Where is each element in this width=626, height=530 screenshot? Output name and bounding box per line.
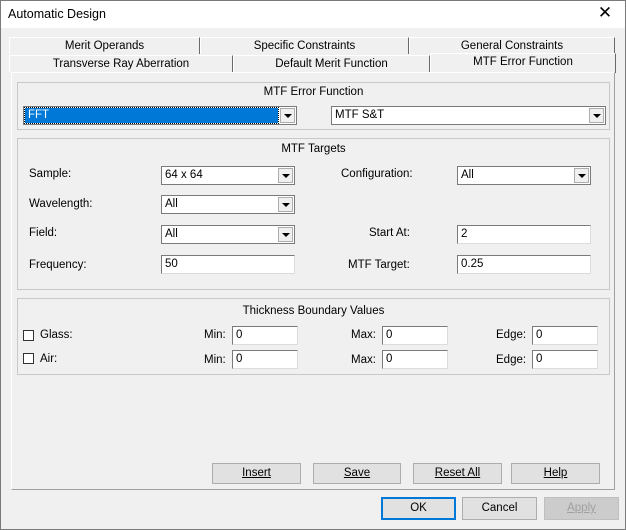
chevron-down-icon[interactable]: [278, 197, 293, 212]
mtf-method-value: FFT: [28, 109, 50, 121]
ok-label: OK: [410, 502, 427, 514]
tab-mtf-error-function[interactable]: MTF Error Function: [430, 53, 616, 73]
glass-edge-label: Edge:: [496, 329, 527, 341]
tab-label: Merit Operands: [64, 40, 145, 52]
configuration-label: Configuration:: [341, 168, 413, 180]
frequency-input[interactable]: 50: [161, 255, 295, 274]
mtf-method-select[interactable]: FFT: [23, 106, 297, 125]
automatic-design-dialog: Automatic Design ✕ Merit Operands Specif…: [0, 0, 626, 530]
air-edge-label: Edge:: [496, 354, 527, 366]
air-max-input[interactable]: 0: [382, 350, 448, 369]
tab-label: Transverse Ray Aberration: [52, 58, 190, 70]
group-title: Thickness Boundary Values: [242, 305, 385, 317]
chevron-down-icon[interactable]: [589, 108, 604, 123]
window-title: Automatic Design: [8, 7, 106, 21]
glass-min-input[interactable]: 0: [232, 326, 298, 345]
cancel-button[interactable]: Cancel: [462, 497, 537, 520]
glass-max-label: Max:: [351, 329, 376, 341]
chevron-down-icon[interactable]: [574, 168, 589, 183]
frequency-label: Frequency:: [29, 259, 87, 271]
chevron-down-icon[interactable]: [280, 108, 295, 123]
sample-select[interactable]: 64 x 64: [161, 166, 295, 185]
group-title: MTF Error Function: [263, 86, 364, 98]
air-label: Air:: [40, 353, 58, 365]
title-bar: Automatic Design ✕: [1, 1, 625, 28]
insert-button[interactable]: Insert: [212, 463, 301, 484]
mtf-target-label: MTF Target:: [348, 259, 410, 271]
reset-all-label: Reset All: [434, 467, 481, 479]
configuration-select[interactable]: All: [457, 166, 591, 185]
tab-default-merit-function[interactable]: Default Merit Function: [233, 55, 430, 72]
glass-edge-input[interactable]: 0: [532, 326, 598, 345]
configuration-value: All: [461, 169, 474, 181]
air-max-label: Max:: [351, 354, 376, 366]
air-min-label: Min:: [204, 354, 226, 366]
start-at-input[interactable]: 2: [457, 225, 591, 244]
apply-button[interactable]: Apply: [544, 497, 619, 520]
chevron-down-icon[interactable]: [278, 168, 293, 183]
reset-all-button[interactable]: Reset All: [413, 463, 502, 484]
glass-max-input[interactable]: 0: [382, 326, 448, 345]
tab-merit-operands[interactable]: Merit Operands: [9, 37, 200, 54]
wavelength-select[interactable]: All: [161, 195, 295, 214]
wavelength-value: All: [165, 198, 178, 210]
tab-specific-constraints[interactable]: Specific Constraints: [200, 37, 409, 54]
help-button[interactable]: Help: [511, 463, 600, 484]
field-label: Field:: [29, 227, 58, 239]
air-edge-input[interactable]: 0: [532, 350, 598, 369]
mtf-type-select[interactable]: MTF S&T: [331, 106, 606, 125]
close-icon[interactable]: ✕: [595, 3, 615, 23]
wavelength-label: Wavelength:: [29, 198, 93, 210]
air-checkbox[interactable]: [23, 353, 34, 364]
mtf-type-value: MTF S&T: [335, 109, 385, 121]
start-at-label: Start At:: [369, 227, 410, 239]
glass-checkbox[interactable]: [23, 330, 34, 341]
sample-label: Sample:: [29, 168, 72, 180]
air-min-input[interactable]: 0: [232, 350, 298, 369]
mtf-target-input[interactable]: 0.25: [457, 255, 591, 274]
group-title: MTF Targets: [281, 143, 346, 155]
save-button[interactable]: Save: [313, 463, 401, 484]
help-label: Help: [543, 467, 568, 479]
glass-label: Glass:: [40, 329, 73, 341]
field-value: All: [165, 228, 178, 240]
sample-value: 64 x 64: [165, 169, 203, 181]
field-select[interactable]: All: [161, 225, 295, 244]
insert-label: Insert: [242, 467, 271, 479]
tab-transverse-ray-aberration[interactable]: Transverse Ray Aberration: [9, 55, 233, 72]
save-label: Save: [343, 467, 371, 479]
selection-highlight: [24, 107, 279, 124]
tab-general-constraints[interactable]: General Constraints: [409, 37, 615, 54]
chevron-down-icon[interactable]: [278, 227, 293, 242]
cancel-label: Cancel: [481, 502, 518, 514]
glass-min-label: Min:: [204, 329, 226, 341]
tab-label: Specific Constraints: [253, 40, 356, 52]
ok-button[interactable]: OK: [381, 497, 456, 520]
tab-label: Default Merit Function: [275, 58, 388, 70]
apply-label: Apply: [567, 502, 596, 514]
tab-label: General Constraints: [460, 40, 564, 52]
tab-label: MTF Error Function: [473, 56, 573, 68]
